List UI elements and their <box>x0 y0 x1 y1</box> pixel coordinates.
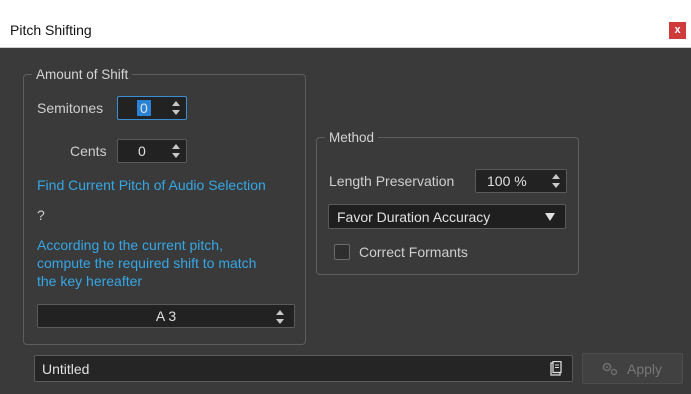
dialog-body: Amount of Shift Semitones 0 Cents 0 Find… <box>0 48 691 394</box>
find-current-pitch-link[interactable]: Find Current Pitch of Audio Selection <box>37 176 266 194</box>
close-button[interactable]: x <box>669 22 686 39</box>
semitones-value[interactable]: 0 <box>137 100 151 116</box>
amount-of-shift-legend: Amount of Shift <box>36 67 129 82</box>
preset-menu-icon[interactable] <box>550 361 562 377</box>
stepper-arrows-icon[interactable] <box>172 100 180 116</box>
compute-shift-link-line[interactable]: the key hereafter <box>37 272 256 290</box>
detected-pitch-text: ? <box>37 207 45 223</box>
correct-formants-checkbox[interactable] <box>334 244 350 260</box>
cents-stepper[interactable]: 0 <box>117 139 187 163</box>
compute-shift-link-line[interactable]: compute the required shift to match <box>37 254 256 272</box>
method-mode-value[interactable]: Favor Duration Accuracy <box>337 209 490 225</box>
preset-name-field[interactable]: Untitled <box>34 355 573 382</box>
apply-label[interactable]: Apply <box>627 361 662 377</box>
cents-label: Cents <box>70 143 107 159</box>
dropdown-caret-icon[interactable] <box>545 213 555 221</box>
gears-icon <box>602 362 618 376</box>
title-bar: Pitch Shifting x <box>0 0 691 48</box>
cents-value[interactable]: 0 <box>138 143 146 159</box>
length-preservation-label: Length Preservation <box>329 173 455 189</box>
window-title: Pitch Shifting <box>10 22 92 38</box>
stepper-arrows-icon[interactable] <box>276 309 284 325</box>
correct-formants-label[interactable]: Correct Formants <box>359 244 468 260</box>
length-preservation-value[interactable]: 100 % <box>487 173 527 189</box>
compute-shift-link-line[interactable]: According to the current pitch, <box>37 236 256 254</box>
compute-shift-link[interactable]: According to the current pitch, compute … <box>37 236 256 290</box>
target-key-stepper[interactable]: A 3 <box>37 304 295 328</box>
preset-name-value[interactable]: Untitled <box>42 361 89 377</box>
method-legend: Method <box>329 130 375 145</box>
method-mode-dropdown[interactable]: Favor Duration Accuracy <box>328 204 566 229</box>
semitones-stepper[interactable]: 0 <box>117 96 187 120</box>
stepper-arrows-icon[interactable] <box>172 143 180 159</box>
stepper-arrows-icon[interactable] <box>552 173 560 189</box>
semitones-label: Semitones <box>37 100 104 116</box>
length-preservation-stepper[interactable]: 100 % <box>475 169 567 193</box>
apply-button[interactable]: Apply <box>582 353 683 384</box>
target-key-value[interactable]: A 3 <box>38 308 294 324</box>
